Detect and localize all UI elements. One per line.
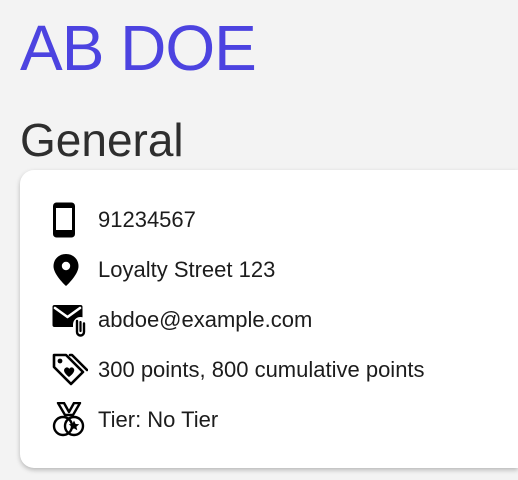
tier-row: Tier: No Tier xyxy=(52,400,218,440)
mail-attachment-icon xyxy=(52,300,92,340)
email-address: abdoe@example.com xyxy=(98,307,313,332)
address-row: Loyalty Street 123 xyxy=(52,250,275,290)
section-title-general: General xyxy=(20,114,184,166)
medal-icon xyxy=(52,400,92,440)
customer-name: AB DOE xyxy=(20,12,257,84)
points-row: 300 points, 800 cumulative points xyxy=(52,350,425,390)
tier-status: Tier: No Tier xyxy=(98,407,219,432)
phone-row: 91234567 xyxy=(52,200,196,240)
address: Loyalty Street 123 xyxy=(98,257,276,282)
general-info-card: 91234567 Loyalty Street 123 abdoe@exampl… xyxy=(20,170,518,468)
phone-number: 91234567 xyxy=(98,207,196,232)
tags-heart-icon xyxy=(52,350,92,390)
loyalty-points: 300 points, 800 cumulative points xyxy=(98,357,425,382)
mobile-phone-icon xyxy=(52,200,92,240)
email-row: abdoe@example.com xyxy=(52,300,312,340)
map-pin-icon xyxy=(52,250,92,290)
